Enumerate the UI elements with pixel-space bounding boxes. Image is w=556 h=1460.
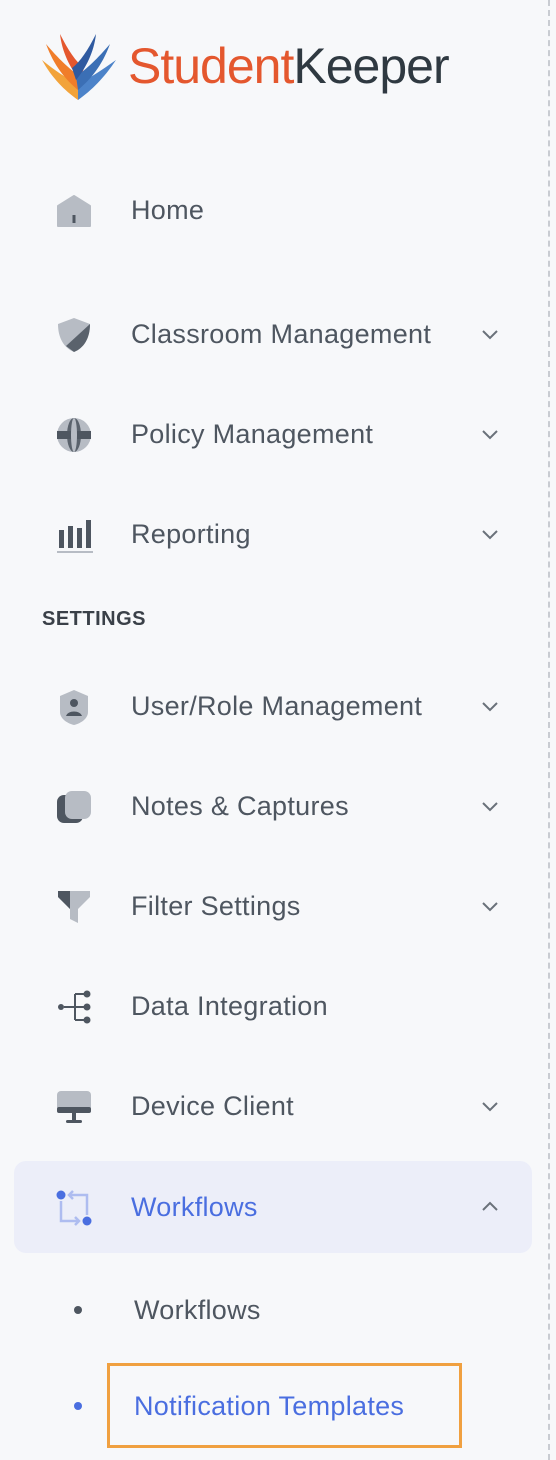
monitor-icon [54,1088,94,1126]
chevron-down-icon[interactable] [480,1096,500,1116]
highlight-box [107,1363,462,1448]
nav-item-home[interactable]: Home [14,164,532,256]
bullet-dot-icon [74,1306,82,1314]
logo-text: StudentKeeper [128,38,450,94]
home-icon [54,192,94,230]
nav-item-label: Notes & Captures [131,790,349,821]
nav-item-workflows[interactable]: Workflows [14,1161,532,1253]
studentkeeper-logo[interactable]: StudentKeeper [34,26,450,106]
data-tree-icon [54,988,94,1026]
bar-chart-icon [54,516,94,554]
nav-item-label: Device Client [131,1090,294,1121]
chevron-down-icon[interactable] [480,896,500,916]
bullet-dot-icon [74,1402,82,1410]
nav-item-user-role-management[interactable]: User/Role Management [14,660,532,752]
chevron-down-icon[interactable] [480,424,500,444]
sidebar: StudentKeeper Home Classroom Management … [0,0,552,1460]
logo-wings-icon [42,34,116,100]
user-shield-icon [54,688,94,726]
globe-icon [54,416,94,454]
nav-item-label: Filter Settings [131,890,301,921]
sidebar-divider [548,0,550,1460]
nav-item-label: Workflows [131,1191,258,1222]
nav-item-data-integration[interactable]: Data Integration [14,960,532,1052]
nav-item-label: Reporting [131,518,251,549]
nav-item-label: Policy Management [131,418,374,449]
logo-text-keeper: Keeper [293,38,449,94]
settings-section-heading: SETTINGS [42,608,147,630]
nav-item-reporting[interactable]: Reporting [14,488,532,580]
nav-item-label: Home [131,194,205,225]
nav-item-label: Data Integration [131,990,328,1021]
nav-item-label: Classroom Management [131,318,432,349]
nav-item-label: User/Role Management [131,690,423,721]
nav-item-filter-settings[interactable]: Filter Settings [14,860,532,952]
nav-item-device-client[interactable]: Device Client [14,1060,532,1152]
logo-text-student: Student [128,38,294,94]
nav-item-notes-captures[interactable]: Notes & Captures [14,760,532,852]
sub-item-label: Workflows [134,1294,261,1325]
nav-item-policy-management[interactable]: Policy Management [14,388,532,480]
chevron-up-icon[interactable] [480,1197,500,1217]
workflow-icon [54,1189,94,1227]
shield-icon [54,316,94,354]
chevron-down-icon[interactable] [480,696,500,716]
chevron-down-icon[interactable] [480,796,500,816]
notes-icon [54,788,94,826]
filter-icon [54,888,94,926]
sub-item-workflows[interactable]: Workflows [70,1280,490,1340]
chevron-down-icon[interactable] [480,524,500,544]
chevron-down-icon[interactable] [480,324,500,344]
nav-item-classroom-management[interactable]: Classroom Management [14,288,532,380]
